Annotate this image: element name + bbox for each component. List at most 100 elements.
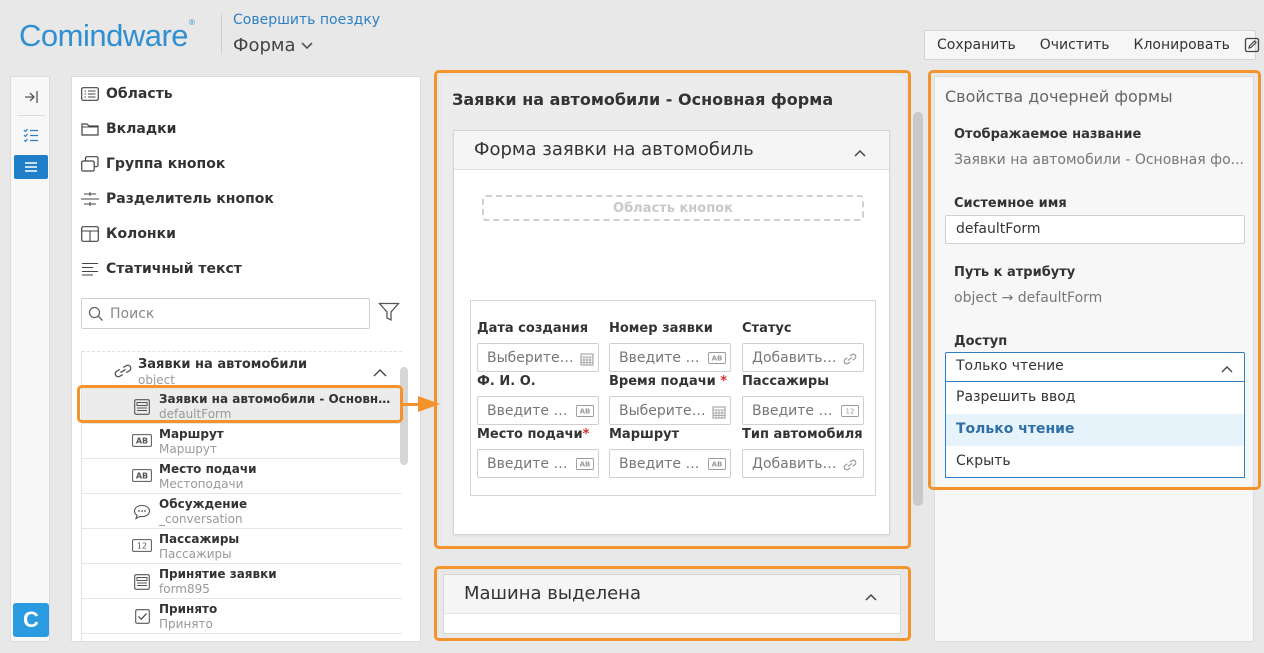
form-selector[interactable]: Форма bbox=[233, 35, 314, 56]
properties-title: Свойства дочерней формы bbox=[945, 87, 1173, 106]
field-created-date: Дата создания Выберите дату bbox=[477, 321, 601, 372]
comindware-badge[interactable]: C bbox=[13, 603, 49, 637]
svg-text:AB: AB bbox=[136, 472, 148, 481]
text-input[interactable]: Введите текст AB bbox=[609, 449, 731, 478]
system-name-input[interactable]: defaultForm bbox=[945, 215, 1245, 244]
attr-path-label: Путь к атрибуту bbox=[954, 265, 1076, 280]
access-option-readonly[interactable]: Только чтение bbox=[946, 414, 1244, 446]
text-lines-icon bbox=[82, 262, 98, 276]
field-full-name: Ф. И. О. Введите текст AB bbox=[477, 374, 601, 425]
tree-item[interactable]: Обсуждение _conversation bbox=[82, 494, 402, 529]
tree-group-sub: object bbox=[138, 373, 175, 387]
number-icon: 12 bbox=[841, 405, 859, 417]
car-assigned-title: Машина выделена bbox=[464, 583, 641, 604]
calendar-icon bbox=[712, 406, 726, 419]
category-button-group[interactable]: Группа кнопок bbox=[80, 152, 225, 176]
text-ab-icon: AB bbox=[132, 434, 152, 447]
svg-text:AB: AB bbox=[712, 461, 723, 469]
process-link[interactable]: Совершить поездку bbox=[233, 12, 380, 28]
tree-item[interactable]: Принято Принято bbox=[82, 599, 402, 634]
svg-text:AB: AB bbox=[580, 461, 591, 469]
filter-button[interactable] bbox=[378, 302, 400, 326]
elements-panel: Область Вкладки Группа кнопок Разделител… bbox=[71, 76, 421, 642]
link-icon bbox=[114, 364, 132, 378]
svg-text:AB: AB bbox=[136, 437, 148, 446]
field-car-type: Тип автомобиля Добавить связь bbox=[742, 427, 866, 478]
text-input[interactable]: Введите текст AB bbox=[609, 343, 731, 372]
fields-grid: Дата создания Выберите дату Номер заявки… bbox=[470, 300, 876, 496]
field-request-number: Номер заявки Введите текст AB bbox=[609, 321, 733, 372]
date-input[interactable]: Выберите дату bbox=[477, 343, 599, 372]
tree-item[interactable]: 12 Пассажиры Пассажиры bbox=[82, 529, 402, 564]
system-name-label: Системное имя bbox=[954, 196, 1067, 211]
tree-item[interactable]: AB Маршрут Маршрут bbox=[82, 424, 402, 459]
button-area[interactable]: Область кнопок bbox=[482, 195, 864, 221]
search-input[interactable]: Поиск bbox=[81, 298, 370, 329]
checkbox-icon bbox=[134, 609, 150, 624]
checklist-button[interactable] bbox=[14, 123, 48, 147]
access-select[interactable]: Только чтение bbox=[945, 352, 1245, 382]
clone-button[interactable]: Клонировать bbox=[1122, 37, 1242, 53]
canvas-title: Заявки на автомобили - Основная форма bbox=[452, 90, 834, 109]
car-assigned-header[interactable]: Машина выделена bbox=[444, 575, 900, 614]
chevron-up-icon[interactable] bbox=[864, 592, 878, 602]
field-route: Маршрут Введите текст AB bbox=[609, 427, 733, 478]
elements-list-button[interactable] bbox=[14, 155, 48, 179]
list-lines-icon bbox=[25, 162, 37, 172]
side-strip: C bbox=[10, 76, 50, 642]
annotation-arrow-head bbox=[418, 396, 440, 412]
link-input[interactable]: Добавить связь bbox=[742, 449, 864, 478]
attribute-tree: Заявки на автомобили object Заявки на ав… bbox=[81, 351, 402, 641]
form-card-header[interactable]: Форма заявки на автомобиль bbox=[454, 131, 889, 170]
save-button[interactable]: Сохранить bbox=[925, 37, 1028, 53]
calendar-icon bbox=[580, 353, 594, 366]
list-box-icon bbox=[81, 87, 99, 101]
number-input[interactable]: Введите число 12 bbox=[742, 396, 864, 425]
chevron-up-icon[interactable] bbox=[853, 148, 867, 158]
tree-item[interactable]: AB Место подачи Местоподачи bbox=[82, 459, 402, 494]
text-input[interactable]: Введите текст AB bbox=[477, 396, 599, 425]
canvas-scrollbar[interactable] bbox=[913, 112, 923, 506]
link-icon bbox=[843, 459, 857, 471]
category-button-separator[interactable]: Разделитель кнопок bbox=[80, 187, 274, 211]
category-static-text[interactable]: Статичный текст bbox=[80, 257, 242, 281]
attr-path-value: object → defaultForm bbox=[954, 290, 1103, 306]
chevron-up-icon bbox=[1221, 366, 1233, 373]
date-input[interactable]: Выберите дату bbox=[609, 396, 731, 425]
category-tabs[interactable]: Вкладки bbox=[80, 117, 177, 141]
text-input[interactable]: Введите текст AB bbox=[477, 449, 599, 478]
button-group-icon bbox=[81, 156, 99, 172]
search-icon bbox=[88, 306, 103, 321]
tree-item[interactable]: Заявки на автомобили - Основная форма de… bbox=[82, 389, 402, 424]
link-icon bbox=[843, 353, 857, 365]
form-icon bbox=[134, 574, 150, 590]
text-ab-icon: AB bbox=[132, 469, 152, 482]
tree-item[interactable]: Принятие заявки form895 bbox=[82, 564, 402, 599]
checklist-icon bbox=[23, 128, 38, 142]
chat-icon bbox=[133, 504, 151, 520]
columns-icon bbox=[81, 226, 99, 242]
tree-group[interactable]: Заявки на автомобили object bbox=[82, 353, 402, 389]
category-area[interactable]: Область bbox=[80, 82, 173, 106]
tree-scrollbar[interactable] bbox=[400, 367, 408, 465]
field-pickup-time: Время подачи * Выберите дату bbox=[609, 374, 733, 425]
clear-button[interactable]: Очистить bbox=[1028, 37, 1122, 53]
access-option-hide[interactable]: Скрыть bbox=[946, 446, 1244, 478]
button-separator-icon bbox=[81, 192, 99, 206]
svg-text:12: 12 bbox=[137, 542, 147, 551]
chevron-up-icon[interactable] bbox=[372, 368, 388, 378]
folder-icon bbox=[81, 123, 99, 136]
field-passengers: Пассажиры Введите число 12 bbox=[742, 374, 866, 425]
search-placeholder: Поиск bbox=[110, 305, 155, 322]
tree-group-title: Заявки на автомобили bbox=[138, 357, 308, 372]
access-option-allow[interactable]: Разрешить ввод bbox=[946, 382, 1244, 414]
access-selected-value: Только чтение bbox=[956, 358, 1064, 374]
text-ab-icon: AB bbox=[708, 352, 726, 364]
link-input[interactable]: Добавить связь bbox=[742, 343, 864, 372]
collapse-panel-button[interactable] bbox=[14, 85, 48, 109]
field-status: Статус Добавить связь bbox=[742, 321, 866, 372]
category-columns[interactable]: Колонки bbox=[80, 222, 176, 246]
edit-icon[interactable] bbox=[1244, 33, 1260, 57]
svg-text:AB: AB bbox=[580, 408, 591, 416]
text-ab-icon: AB bbox=[576, 405, 594, 417]
